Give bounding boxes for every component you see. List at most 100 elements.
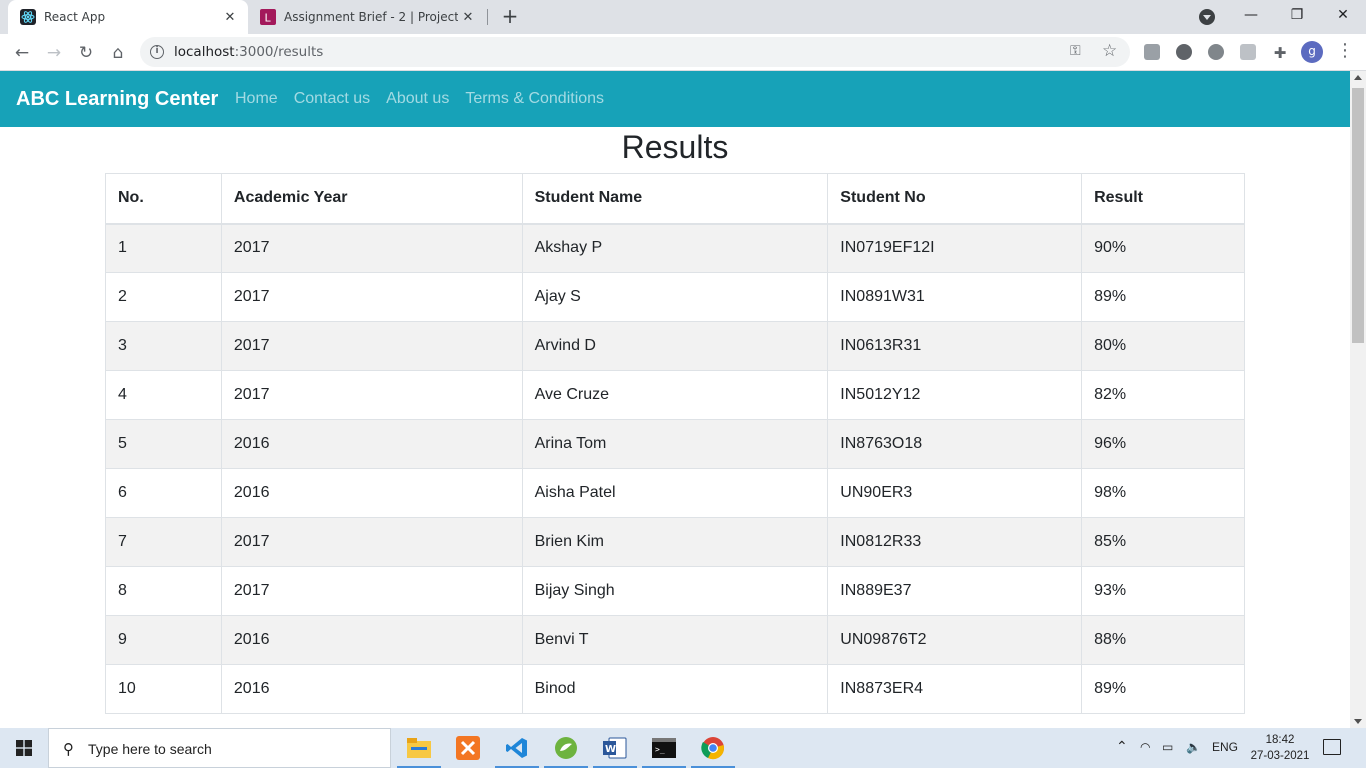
cell-academic-year: 2016 xyxy=(220,419,523,469)
svg-text:W: W xyxy=(605,744,616,755)
table-row: 9 2016 Benvi T UN09876T2 88% xyxy=(105,615,1245,665)
menu-kebab-icon[interactable]: ⋮ xyxy=(1336,40,1354,64)
cell-academic-year: 2017 xyxy=(220,272,523,322)
taskbar-search-box[interactable]: ⚲ Type here to search xyxy=(48,728,391,768)
scroll-down-arrow-icon[interactable] xyxy=(1354,719,1362,724)
cell-student-no: UN09876T2 xyxy=(827,615,1083,665)
scroll-up-arrow-icon[interactable] xyxy=(1354,75,1362,80)
cell-student-no: IN889E37 xyxy=(827,566,1083,616)
word-icon[interactable]: W xyxy=(593,734,637,768)
taskbar-clock[interactable]: 18:42 27-03-2021 xyxy=(1248,732,1312,764)
cell-no: 5 xyxy=(105,419,222,469)
tab-search-icon[interactable] xyxy=(1199,9,1215,25)
results-table: No. Academic Year Student Name Student N… xyxy=(105,173,1245,714)
navbar-brand[interactable]: ABC Learning Center xyxy=(16,88,218,111)
nav-link-terms[interactable]: Terms & Conditions xyxy=(465,90,604,108)
cell-result: 80% xyxy=(1081,321,1245,371)
cell-academic-year: 2017 xyxy=(220,517,523,567)
battery-icon[interactable]: ▭ xyxy=(1162,740,1173,754)
nav-link-home[interactable]: Home xyxy=(235,90,278,108)
windows-start-button[interactable] xyxy=(0,728,48,768)
cell-academic-year: 2016 xyxy=(220,664,523,714)
cell-academic-year: 2017 xyxy=(220,223,523,273)
profile-avatar[interactable]: g xyxy=(1301,41,1323,63)
extension-icon[interactable] xyxy=(1144,44,1160,60)
reload-icon[interactable]: ↻ xyxy=(72,39,100,67)
search-placeholder: Type here to search xyxy=(88,741,212,757)
letter-l-icon: L xyxy=(260,9,276,25)
home-icon[interactable]: ⌂ xyxy=(104,39,132,67)
tab-strip: React App ✕ L Assignment Brief - 2 | Pro… xyxy=(0,0,1366,34)
cell-academic-year: 2017 xyxy=(220,321,523,371)
table-row: 8 2017 Bijay Singh IN889E37 93% xyxy=(105,566,1245,616)
close-icon[interactable]: ✕ xyxy=(458,7,478,27)
cell-student-name: Akshay P xyxy=(521,223,829,273)
puzzle-extensions-icon[interactable]: ✚ xyxy=(1266,39,1294,67)
chrome-icon[interactable] xyxy=(691,734,735,768)
minimize-button[interactable]: — xyxy=(1228,0,1274,30)
cell-no: 3 xyxy=(105,321,222,371)
cell-no: 2 xyxy=(105,272,222,322)
cell-no: 7 xyxy=(105,517,222,567)
cell-result: 98% xyxy=(1081,468,1245,518)
cell-academic-year: 2017 xyxy=(220,370,523,420)
scrollbar-thumb[interactable] xyxy=(1352,88,1364,343)
extension-icon[interactable] xyxy=(1240,44,1256,60)
cell-student-no: IN0812R33 xyxy=(827,517,1083,567)
tab-react-app[interactable]: React App ✕ xyxy=(8,0,248,34)
table-row: 10 2016 Binod IN8873ER4 89% xyxy=(105,664,1245,714)
wifi-icon[interactable]: ◠ xyxy=(1140,740,1150,754)
cell-student-name: Ave Cruze xyxy=(521,370,829,420)
restore-button[interactable]: ❐ xyxy=(1274,0,1320,30)
vscode-icon[interactable] xyxy=(495,734,539,768)
terminal-icon[interactable]: >_ xyxy=(642,734,686,768)
cell-student-no: IN8873ER4 xyxy=(827,664,1083,714)
cell-student-name: Arina Tom xyxy=(521,419,829,469)
cell-result: 93% xyxy=(1081,566,1245,616)
key-icon[interactable]: ⚿ xyxy=(1070,43,1081,59)
spring-tool-suite-icon[interactable] xyxy=(544,734,588,768)
tab-divider xyxy=(487,9,488,25)
back-arrow-icon[interactable]: ← xyxy=(8,39,36,67)
language-indicator[interactable]: ENG xyxy=(1212,740,1238,754)
table-row: 1 2017 Akshay P IN0719EF12I 90% xyxy=(105,223,1245,273)
address-bar[interactable]: i localhost:3000/results ⚿ ☆ xyxy=(140,37,1130,67)
cell-academic-year: 2016 xyxy=(220,615,523,665)
header-result: Result xyxy=(1081,173,1245,225)
close-icon[interactable]: ✕ xyxy=(220,7,240,27)
bookmark-star-icon[interactable]: ☆ xyxy=(1102,41,1117,61)
file-explorer-icon[interactable] xyxy=(397,734,441,768)
nav-link-contact[interactable]: Contact us xyxy=(294,90,370,108)
site-info-icon[interactable]: i xyxy=(150,45,164,59)
volume-icon[interactable]: 🔈 xyxy=(1186,740,1201,754)
cell-student-no: IN8763O18 xyxy=(827,419,1083,469)
tab-title: React App xyxy=(44,10,106,24)
nav-links: Home Contact us About us Terms & Conditi… xyxy=(235,90,604,108)
nav-link-about[interactable]: About us xyxy=(386,90,449,108)
cell-student-name: Brien Kim xyxy=(521,517,829,567)
url-text[interactable]: localhost:3000/results xyxy=(174,44,323,60)
cell-student-no: IN0719EF12I xyxy=(827,223,1083,273)
browser-toolbar: ← → ↻ ⌂ i localhost:3000/results ⚿ ☆ ✚ g… xyxy=(0,34,1366,71)
cell-student-name: Binod xyxy=(521,664,829,714)
xampp-icon[interactable] xyxy=(454,734,482,762)
page-scrollbar[interactable] xyxy=(1350,71,1366,728)
clock-date: 27-03-2021 xyxy=(1250,750,1310,762)
tab-assignment-brief[interactable]: L Assignment Brief - 2 | Project Do ✕ xyxy=(250,0,486,34)
window-close-button[interactable]: ✕ xyxy=(1320,0,1366,30)
extension-icon[interactable] xyxy=(1176,44,1192,60)
cell-student-no: IN5012Y12 xyxy=(827,370,1083,420)
cell-result: 90% xyxy=(1081,223,1245,273)
forward-arrow-icon[interactable]: → xyxy=(40,39,68,67)
cell-student-name: Bijay Singh xyxy=(521,566,829,616)
extension-icon[interactable] xyxy=(1208,44,1224,60)
cell-no: 10 xyxy=(105,664,222,714)
tray-chevron-up-icon[interactable]: ⌃ xyxy=(1116,738,1128,755)
new-tab-button[interactable]: + xyxy=(498,5,522,29)
cell-student-no: IN0891W31 xyxy=(827,272,1083,322)
notification-center-icon[interactable] xyxy=(1323,739,1341,755)
cell-student-name: Arvind D xyxy=(521,321,829,371)
table-row: 3 2017 Arvind D IN0613R31 80% xyxy=(105,321,1245,371)
header-academic-year: Academic Year xyxy=(220,173,523,225)
cell-result: 82% xyxy=(1081,370,1245,420)
